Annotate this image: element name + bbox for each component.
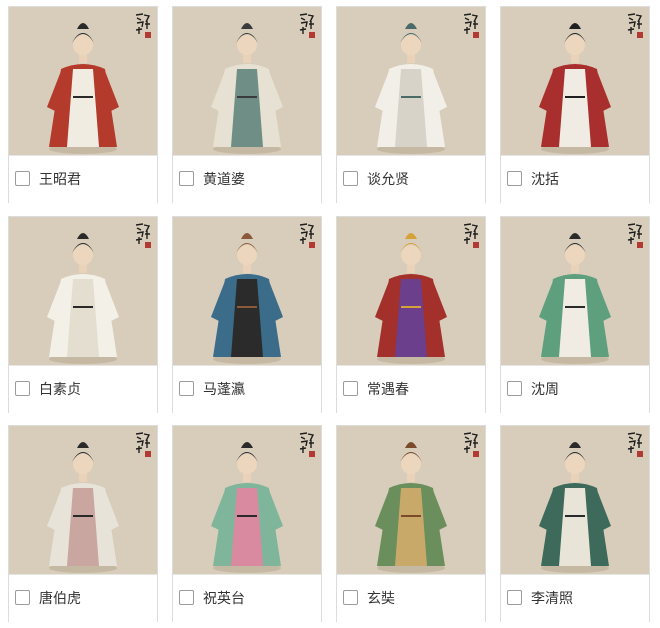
calligraphy-seal-icon <box>626 431 644 459</box>
character-card[interactable]: 沈周 <box>500 216 650 413</box>
character-name: 常遇春 <box>367 382 409 398</box>
select-checkbox[interactable] <box>15 590 30 605</box>
character-portrait[interactable] <box>9 217 157 365</box>
character-portrait[interactable] <box>9 7 157 155</box>
calligraphy-seal-icon <box>626 222 644 250</box>
select-checkbox[interactable] <box>507 171 522 186</box>
calligraphy-seal-icon <box>462 12 480 40</box>
character-card[interactable]: 王昭君 <box>8 6 158 203</box>
calligraphy-seal-icon <box>134 12 152 40</box>
select-checkbox[interactable] <box>15 381 30 396</box>
select-checkbox[interactable] <box>507 590 522 605</box>
character-name: 王昭君 <box>39 172 81 188</box>
character-portrait[interactable] <box>173 7 321 155</box>
character-card[interactable]: 常遇春 <box>336 216 486 413</box>
select-checkbox[interactable] <box>343 381 358 396</box>
card-caption: 玄奘 <box>337 574 485 622</box>
calligraphy-seal-icon <box>298 222 316 250</box>
calligraphy-seal-icon <box>462 222 480 250</box>
character-name: 马蓬瀛 <box>203 382 245 398</box>
character-name: 黄道婆 <box>203 172 245 188</box>
character-card[interactable]: 玄奘 <box>336 425 486 622</box>
select-checkbox[interactable] <box>507 381 522 396</box>
character-portrait[interactable] <box>501 426 649 574</box>
character-name: 玄奘 <box>367 591 395 607</box>
calligraphy-seal-icon <box>626 12 644 40</box>
character-portrait[interactable] <box>9 426 157 574</box>
character-card[interactable]: 沈括 <box>500 6 650 203</box>
character-name: 沈括 <box>531 172 559 188</box>
character-name: 沈周 <box>531 382 559 398</box>
character-card[interactable]: 祝英台 <box>172 425 322 622</box>
character-portrait[interactable] <box>501 7 649 155</box>
calligraphy-seal-icon <box>298 431 316 459</box>
character-portrait[interactable] <box>337 217 485 365</box>
character-card[interactable]: 谈允贤 <box>336 6 486 203</box>
select-checkbox[interactable] <box>343 171 358 186</box>
card-caption: 李清照 <box>501 574 649 622</box>
character-name: 白素贞 <box>39 382 81 398</box>
calligraphy-seal-icon <box>134 222 152 250</box>
character-name: 祝英台 <box>203 591 245 607</box>
character-name: 谈允贤 <box>367 172 409 188</box>
character-card-grid: 王昭君 黄道婆 谈允贤 沈括 白素贞 马蓬瀛 常遇春 沈周 唐伯虎 祝英台 玄奘… <box>0 0 660 628</box>
calligraphy-seal-icon <box>462 431 480 459</box>
select-checkbox[interactable] <box>179 171 194 186</box>
select-checkbox[interactable] <box>15 171 30 186</box>
character-portrait[interactable] <box>173 217 321 365</box>
select-checkbox[interactable] <box>343 590 358 605</box>
select-checkbox[interactable] <box>179 590 194 605</box>
character-portrait[interactable] <box>173 426 321 574</box>
character-card[interactable]: 唐伯虎 <box>8 425 158 622</box>
card-caption: 王昭君 <box>9 155 157 203</box>
card-caption: 常遇春 <box>337 365 485 413</box>
card-caption: 马蓬瀛 <box>173 365 321 413</box>
character-name: 李清照 <box>531 591 573 607</box>
character-card[interactable]: 白素贞 <box>8 216 158 413</box>
card-caption: 沈括 <box>501 155 649 203</box>
select-checkbox[interactable] <box>179 381 194 396</box>
calligraphy-seal-icon <box>298 12 316 40</box>
character-card[interactable]: 李清照 <box>500 425 650 622</box>
card-caption: 黄道婆 <box>173 155 321 203</box>
character-portrait[interactable] <box>337 7 485 155</box>
card-caption: 祝英台 <box>173 574 321 622</box>
character-portrait[interactable] <box>501 217 649 365</box>
card-caption: 沈周 <box>501 365 649 413</box>
calligraphy-seal-icon <box>134 431 152 459</box>
card-caption: 谈允贤 <box>337 155 485 203</box>
character-card[interactable]: 马蓬瀛 <box>172 216 322 413</box>
character-card[interactable]: 黄道婆 <box>172 6 322 203</box>
card-caption: 唐伯虎 <box>9 574 157 622</box>
card-caption: 白素贞 <box>9 365 157 413</box>
character-name: 唐伯虎 <box>39 591 81 607</box>
character-portrait[interactable] <box>337 426 485 574</box>
